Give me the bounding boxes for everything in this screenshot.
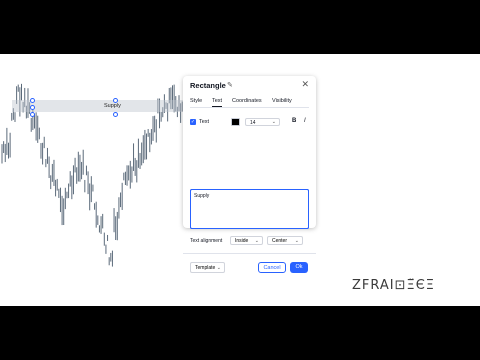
dialog-title: Rectangle (190, 81, 226, 90)
text-color-swatch[interactable] (231, 118, 240, 126)
dialog-tabs: Style Text Coordinates Visibility (190, 98, 309, 108)
dialog-footer-divider (183, 253, 316, 254)
ok-button[interactable]: Ok (290, 262, 308, 273)
template-label: Template (195, 265, 216, 271)
cancel-button[interactable]: Cancel (258, 262, 286, 273)
tab-visibility[interactable]: Visibility (272, 98, 292, 104)
vertical-alignment-select[interactable]: Inside ⌄ (230, 236, 263, 245)
tab-coordinates[interactable]: Coordinates (232, 98, 262, 104)
resize-handle[interactable] (30, 98, 35, 103)
horizontal-alignment-value: Center (272, 238, 288, 244)
chevron-down-icon: ⌄ (254, 238, 259, 244)
bold-button[interactable]: B (292, 118, 296, 124)
template-select[interactable]: Template ⌄ (190, 262, 225, 273)
font-size-select[interactable]: 14 ⌄ (245, 118, 280, 126)
italic-button[interactable]: I (304, 118, 306, 124)
text-input-area[interactable]: Supply (190, 189, 309, 229)
pencil-icon[interactable]: ✎ (227, 81, 233, 89)
chevron-down-icon: ⌄ (294, 238, 299, 244)
chevron-down-icon: ⌄ (271, 119, 276, 125)
text-checkbox-label: Text (199, 119, 210, 125)
vertical-alignment-value: Inside (235, 238, 249, 244)
text-options-row: ✓ Text 14 ⌄ B I (190, 118, 309, 128)
text-input-value: Supply (194, 193, 210, 199)
text-checkbox[interactable]: ✓ (190, 119, 196, 125)
rectangle-drawing-label: Supply (104, 103, 121, 109)
close-icon[interactable]: ✕ (301, 79, 309, 90)
font-size-value: 14 (250, 120, 256, 126)
text-alignment-label: Text alignment (190, 238, 223, 244)
chevron-down-icon: ⌄ (216, 265, 221, 271)
resize-handle[interactable] (113, 112, 118, 117)
resize-handle[interactable] (30, 112, 35, 117)
tab-text[interactable]: Text (212, 98, 223, 107)
watermark-logo: ZFRAI⊡Ξ̈ЄΞ̄ (352, 278, 436, 293)
tab-style[interactable]: Style (190, 98, 202, 104)
resize-handle[interactable] (30, 105, 35, 110)
resize-handle[interactable] (113, 98, 118, 103)
horizontal-alignment-select[interactable]: Center ⌄ (267, 236, 303, 245)
